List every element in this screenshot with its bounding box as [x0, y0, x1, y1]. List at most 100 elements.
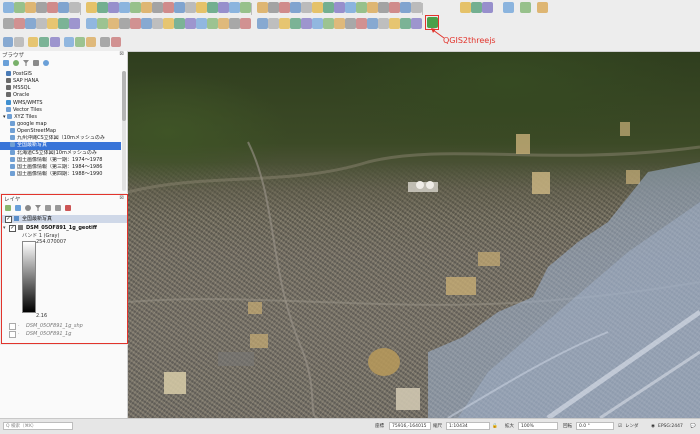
python-console-icon[interactable]	[323, 2, 334, 13]
save-as-icon[interactable]	[257, 18, 268, 29]
identify-icon[interactable]	[86, 18, 97, 29]
layers-panel-close-icon[interactable]: ⊠	[119, 195, 124, 201]
zoom-to-layer-icon[interactable]	[367, 18, 378, 29]
refresh-icon[interactable]	[69, 18, 80, 29]
annotation-icon[interactable]	[290, 2, 301, 13]
pan-to-selection-icon[interactable]	[97, 2, 108, 13]
collapse-all-icon[interactable]	[33, 60, 39, 66]
layer-row-dsm[interactable]: ▾ ✓ DSM_05OF891_1g_geotiff	[2, 224, 127, 232]
save-project-icon[interactable]	[378, 2, 389, 13]
open-project-icon[interactable]	[367, 2, 378, 13]
browser-item[interactable]: 国土画像情報（第四期：1988〜1990	[0, 170, 121, 178]
zoom-in-icon[interactable]	[323, 18, 334, 29]
save-as-icon[interactable]	[389, 2, 400, 13]
new-project-icon[interactable]	[218, 18, 229, 29]
browser-item[interactable]: 全国最新写真	[0, 142, 121, 150]
statistics-icon[interactable]	[64, 37, 74, 47]
filter-legend-icon[interactable]	[35, 205, 41, 211]
expand-chevron-icon[interactable]: ▾	[3, 224, 6, 232]
locator-search-input[interactable]: Q 検索（⌘K）	[3, 422, 73, 430]
browser-item[interactable]: MSSQL	[0, 85, 121, 92]
select-features-icon[interactable]	[28, 37, 38, 47]
scale-field[interactable]: 1:10434	[446, 422, 490, 430]
pan-icon[interactable]	[301, 18, 312, 29]
expand-all-icon[interactable]	[45, 205, 51, 211]
browser-item[interactable]: ▾ XYZ Tiles	[0, 113, 121, 121]
annotation-icon[interactable]	[86, 37, 96, 47]
text-annotation-icon[interactable]	[111, 37, 121, 47]
add-group-icon[interactable]	[15, 205, 21, 211]
zoom-to-selection-icon[interactable]	[3, 18, 14, 29]
field-calculator-icon[interactable]	[119, 18, 130, 29]
field-calculator-icon[interactable]	[257, 2, 268, 13]
open-project-icon[interactable]	[14, 2, 25, 13]
deselect-icon[interactable]	[108, 18, 119, 29]
zoom-last-icon[interactable]	[378, 18, 389, 29]
filter-icon[interactable]	[23, 60, 29, 66]
style-manager-icon[interactable]	[460, 2, 471, 13]
browser-item[interactable]: PostGIS	[0, 71, 121, 78]
magnifier-field[interactable]: 100%	[518, 422, 558, 430]
save-project-icon[interactable]	[240, 18, 251, 29]
layer-visibility-checkbox[interactable]: ✓	[5, 216, 12, 223]
pan-to-selection-icon[interactable]	[312, 18, 323, 29]
statistics-icon[interactable]	[268, 2, 279, 13]
new-print-layout-icon[interactable]	[47, 2, 58, 13]
remove-layer-icon[interactable]	[65, 205, 71, 211]
statistics-icon[interactable]	[130, 18, 141, 29]
messages-icon[interactable]: 💬	[690, 422, 696, 431]
browser-item[interactable]: 国土画像情報（第三期：1984〜1986	[0, 163, 121, 171]
browser-item[interactable]: 九州沖縄CS立体図（10mメッシュのみ	[0, 135, 121, 142]
new-project-icon[interactable]	[3, 2, 14, 13]
measure-icon[interactable]	[279, 2, 290, 13]
tips-icon[interactable]	[100, 37, 110, 47]
measure-icon[interactable]	[141, 18, 152, 29]
new-print-layout-icon[interactable]	[268, 18, 279, 29]
render-checkbox[interactable]: ☑	[618, 422, 622, 431]
zoom-to-layer-icon[interactable]	[152, 2, 163, 13]
processing-toolbox-icon[interactable]	[334, 2, 345, 13]
zoom-out-icon[interactable]	[334, 18, 345, 29]
collapse-all-icon[interactable]	[55, 205, 61, 211]
text-annotation-icon[interactable]	[312, 2, 323, 13]
browser-item[interactable]: 北海道CS立体図(10mメッシュのみ	[0, 149, 121, 157]
open-layer-styling-icon[interactable]	[5, 205, 11, 211]
crs-globe-icon[interactable]: ◉	[651, 422, 655, 431]
rotation-field[interactable]: 0.0 °	[576, 422, 614, 430]
browser-panel-close-icon[interactable]: ⊠	[119, 51, 124, 57]
browser-item[interactable]: SAP HANA	[0, 78, 121, 85]
temporal-icon[interactable]	[58, 18, 69, 29]
layer-visibility-checkbox[interactable]	[9, 331, 16, 338]
browser-item[interactable]: google map	[0, 120, 121, 128]
zoom-out-icon[interactable]	[119, 2, 130, 13]
zoom-next-icon[interactable]	[389, 18, 400, 29]
save-as-icon[interactable]	[36, 2, 47, 13]
map-canvas[interactable]	[128, 52, 700, 418]
zoom-full-icon[interactable]	[130, 2, 141, 13]
layout-manager-icon[interactable]	[279, 18, 290, 29]
browser-item[interactable]: WMS/WMTS	[0, 99, 121, 107]
tips-icon[interactable]	[301, 2, 312, 13]
tips-icon[interactable]	[163, 18, 174, 29]
zoom-next-icon[interactable]	[174, 2, 185, 13]
layout-manager-icon[interactable]	[411, 2, 422, 13]
new-map-view-icon[interactable]	[185, 2, 196, 13]
browser-item[interactable]: Oracle	[0, 92, 121, 99]
layout-manager-icon[interactable]	[58, 2, 69, 13]
pan-icon[interactable]	[471, 2, 482, 13]
zoom-in-icon[interactable]	[108, 2, 119, 13]
refresh-icon[interactable]	[207, 2, 218, 13]
layer-row-shp[interactable]: · DSM_05OF891_1g_shp	[2, 322, 127, 330]
select-features-icon[interactable]	[229, 2, 240, 13]
zoom-out-icon[interactable]	[520, 2, 531, 13]
browser-item[interactable]: OpenStreetMap	[0, 128, 121, 135]
measure-icon[interactable]	[75, 37, 85, 47]
processing-toolbox-icon[interactable]	[196, 18, 207, 29]
info-icon[interactable]	[43, 60, 49, 66]
field-calculator-icon[interactable]	[50, 37, 60, 47]
annotation-icon[interactable]	[152, 18, 163, 29]
save-project-icon[interactable]	[25, 2, 36, 13]
pan-icon[interactable]	[86, 2, 97, 13]
new-project-icon[interactable]	[356, 2, 367, 13]
browser-item[interactable]: Vector Tiles	[0, 106, 121, 114]
